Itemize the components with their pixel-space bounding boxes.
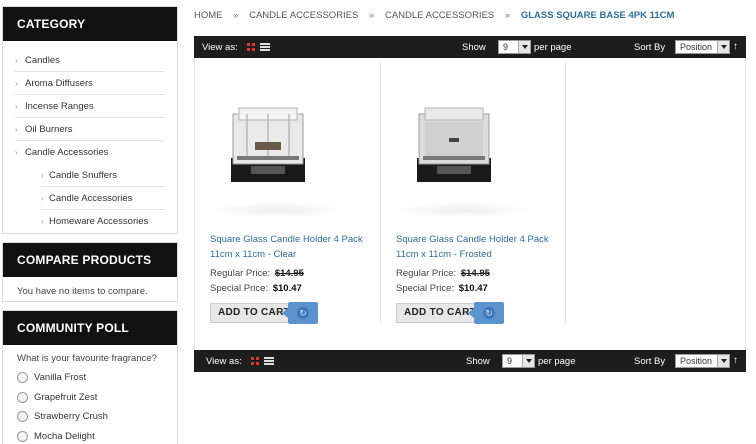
cart-icon: ↻ — [297, 307, 309, 319]
breadcrumb-separator: » — [369, 10, 375, 21]
chevron-right-icon: › — [15, 125, 18, 134]
poll-block: COMMUNITY POLL What is your favourite fr… — [2, 310, 178, 444]
chevron-down-icon — [518, 41, 530, 53]
regular-price-label: Regular Price: — [396, 268, 457, 279]
per-page-label: per page — [534, 42, 572, 53]
chevron-down-icon — [717, 41, 729, 53]
poll-option-strawberry-crush[interactable]: Strawberry Crush — [3, 407, 177, 427]
sort-by-label: Sort By — [634, 42, 666, 53]
regular-price: $14.95 — [274, 268, 304, 279]
view-as-label: View as: — [202, 42, 238, 53]
special-price-row: Special Price: $10.47 — [396, 283, 488, 294]
sort-direction-icon[interactable]: ↑ — [733, 355, 738, 366]
cart-tab: ↻ — [282, 302, 318, 324]
subcategory-item-homeware-accessories[interactable]: › Homeware Accessories — [41, 210, 165, 233]
chevron-right-icon: › — [41, 217, 44, 226]
poll-option-mocha-delight[interactable]: Mocha Delight — [3, 427, 177, 444]
breadcrumb-home[interactable]: HOME — [194, 10, 223, 21]
per-page-select[interactable]: 9 — [502, 354, 535, 368]
chevron-right-icon: › — [15, 56, 18, 65]
breadcrumb-candle-accessories[interactable]: CANDLE ACCESSORIES — [249, 10, 358, 21]
category-title: CATEGORY — [3, 7, 177, 41]
product-name-link[interactable]: Square Glass Candle Holder 4 Pack 11cm x… — [210, 232, 370, 262]
radio-button[interactable] — [17, 391, 28, 403]
special-price: $10.47 — [272, 283, 302, 294]
chevron-right-icon: › — [41, 171, 44, 180]
show-label: Show — [462, 42, 486, 53]
special-price-label: Special Price: — [210, 283, 269, 294]
radio-button[interactable] — [17, 372, 28, 384]
category-item-candles[interactable]: › Candles — [15, 49, 165, 72]
chevron-right-icon: › — [15, 148, 18, 157]
breadcrumb-candle-accessories-sub[interactable]: CANDLE ACCESSORIES — [385, 10, 494, 21]
regular-price: $14.95 — [460, 268, 490, 279]
breadcrumb-separator: » — [233, 10, 239, 21]
compare-block: COMPARE PRODUCTS You have no items to co… — [2, 242, 178, 302]
special-price-label: Special Price: — [396, 283, 455, 294]
sort-by-label: Sort By — [634, 356, 666, 367]
compare-empty-text: You have no items to compare. — [17, 286, 148, 297]
sort-direction-icon[interactable]: ↑ — [733, 41, 738, 52]
poll-option-vanilla-frost[interactable]: Vanilla Frost — [3, 368, 177, 388]
special-price-row: Special Price: $10.47 — [210, 283, 302, 294]
breadcrumb-current: GLASS SQUARE BASE 4PK 11CM — [520, 10, 675, 21]
category-item-candle-accessories[interactable]: › Candle Accessories — [15, 141, 165, 164]
chevron-down-icon — [522, 355, 534, 367]
breadcrumb: HOME » CANDLE ACCESSORIES » CANDLE ACCES… — [194, 10, 674, 21]
list-view-icon[interactable] — [260, 43, 270, 51]
product-grid: Square Glass Candle Holder 4 Pack 11cm x… — [194, 58, 746, 350]
compare-title: COMPARE PRODUCTS — [3, 243, 177, 277]
category-item-aroma-diffusers[interactable]: › Aroma Diffusers — [15, 72, 165, 95]
cart-icon: ↻ — [483, 307, 495, 319]
column-divider — [380, 62, 381, 324]
category-block: CATEGORY › Candles › Aroma Diffusers › Ince… — [2, 6, 178, 234]
sort-by-select[interactable]: Position — [675, 354, 730, 368]
subcategory-item-candle-accessories[interactable]: › Candle Accessories — [41, 187, 165, 210]
chevron-right-icon: › — [15, 102, 18, 111]
poll-title: COMMUNITY POLL — [3, 311, 177, 345]
add-to-cart-label: ADD TO CART — [396, 303, 478, 323]
per-page-label: per page — [538, 356, 576, 367]
view-as-label: View as: — [206, 356, 242, 367]
category-list: › Candles › Aroma Diffusers › Incense Range… — [3, 41, 177, 233]
subcategory-item-candle-snuffers[interactable]: › Candle Snuffers — [41, 164, 165, 187]
add-to-cart-button[interactable]: ADD TO CART ↻ — [396, 302, 504, 324]
add-to-cart-button[interactable]: ADD TO CART ↻ — [210, 302, 318, 324]
regular-price-row: Regular Price: $14.95 — [396, 268, 490, 279]
product-shadow — [207, 202, 347, 218]
toolbar-top: View as: Show 9 per page Sort By Positio… — [194, 36, 746, 58]
grid-view-icon[interactable] — [251, 357, 259, 365]
chevron-right-icon: › — [15, 79, 18, 88]
regular-price-label: Regular Price: — [210, 268, 271, 279]
radio-button[interactable] — [17, 430, 28, 442]
toolbar-bottom: View as: Show 9 per page Sort By Positio… — [194, 350, 746, 372]
product-shadow — [393, 202, 533, 218]
chevron-down-icon — [717, 355, 729, 367]
chevron-right-icon: › — [41, 194, 44, 203]
add-to-cart-label: ADD TO CART — [210, 303, 292, 323]
product-image-clear[interactable] — [225, 100, 311, 186]
grid-view-icon[interactable] — [247, 43, 255, 51]
per-page-select[interactable]: 9 — [498, 40, 531, 54]
list-view-icon[interactable] — [264, 357, 274, 365]
poll-option-grapefruit-zest[interactable]: Grapefruit Zest — [3, 388, 177, 408]
sort-by-select[interactable]: Position — [675, 40, 730, 54]
radio-button[interactable] — [17, 411, 28, 423]
product-name-link[interactable]: Square Glass Candle Holder 4 Pack 11cm x… — [396, 232, 556, 262]
special-price: $10.47 — [458, 283, 488, 294]
poll-question: What is your favourite fragrance? — [17, 353, 157, 364]
show-label: Show — [466, 356, 490, 367]
product-image-frosted[interactable] — [411, 100, 497, 186]
regular-price-row: Regular Price: $14.95 — [210, 268, 304, 279]
breadcrumb-separator: » — [504, 10, 511, 21]
column-divider — [565, 62, 566, 324]
cart-tab: ↻ — [468, 302, 504, 324]
category-item-oil-burners[interactable]: › Oil Burners — [15, 118, 165, 141]
category-item-incense-ranges[interactable]: › Incense Ranges — [15, 95, 165, 118]
